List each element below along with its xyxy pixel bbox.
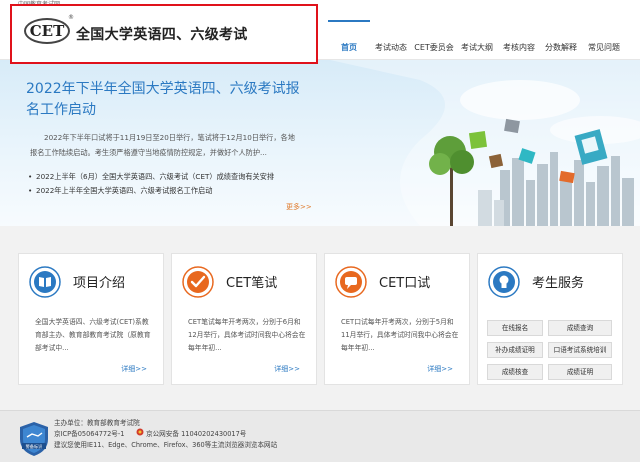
more-news-link[interactable]: 更多>> <box>286 202 312 212</box>
badge-text: 警备标识 <box>26 443 43 450</box>
hero-description: 2022年下半年口试将于11月19日至20日举行，笔试将于12月10日举行，各地… <box>30 133 295 157</box>
reissue-certificate-button[interactable]: 补办成绩证明 <box>487 342 543 358</box>
site-logo[interactable]: CET ® 全国大学英语四、六级考试 <box>10 4 318 64</box>
oral-system-training-button[interactable]: 口语考试系统培训 <box>548 342 612 358</box>
card-cet-written: CET笔试 CET笔试每年开考两次，分别于6月和12月举行，具体考试时间我中心将… <box>171 253 317 385</box>
footer-police-record[interactable]: 京公网安备 11040202430017号 <box>146 428 246 438</box>
score-query-button[interactable]: 成绩查询 <box>548 320 612 336</box>
card-candidate-services: 考生服务 在线报名 成绩查询 补办成绩证明 口语考试系统培训 成绩核查 成绩证明 <box>477 253 623 385</box>
book-icon <box>29 266 61 298</box>
news-item[interactable]: 2022年上半年全国大学英语四、六级考试报名工作启动 <box>28 184 274 198</box>
registered-mark: ® <box>68 14 74 21</box>
shield-badge-icon[interactable]: 警备标识 <box>18 421 50 457</box>
card-title: CET口试 <box>379 276 431 291</box>
footer-host: 主办单位：教育部教育考试院 <box>54 419 140 427</box>
score-certificate-button[interactable]: 成绩证明 <box>548 364 612 380</box>
card-title: 考生服务 <box>532 276 585 291</box>
card-more-link[interactable]: 详细>> <box>121 364 147 374</box>
cet-logo-mark: CET <box>24 18 70 44</box>
site-title: 全国大学英语四、六级考试 <box>76 27 248 43</box>
card-more-link[interactable]: 详细>> <box>427 364 453 374</box>
card-project-intro: 项目介绍 全国大学英语四、六级考试(CET)系教育部主办、教育部教育考试院（原教… <box>18 253 164 385</box>
checkmark-icon <box>182 266 214 298</box>
card-title: 项目介绍 <box>73 276 126 291</box>
hero-banner: 2022年下半年全国大学英语四、六级考试报名工作启动 2022年下半年口试将于1… <box>0 60 640 226</box>
feature-cards: 项目介绍 全国大学英语四、六级考试(CET)系教育部主办、教育部教育考试院（原教… <box>18 253 623 385</box>
news-item[interactable]: 2022上半年（6月）全国大学英语四、六级考试（CET）成绩查询有关安排 <box>28 170 274 184</box>
news-list: 2022上半年（6月）全国大学英语四、六级考试（CET）成绩查询有关安排 202… <box>28 170 274 198</box>
card-description: CET笔试每年开考两次，分别于6月和12月举行，具体考试时间我中心将会在每年年初… <box>188 318 306 352</box>
online-registration-button[interactable]: 在线报名 <box>487 320 543 336</box>
speech-icon <box>335 266 367 298</box>
footer-icp[interactable]: 京ICP备05064772号-1 <box>54 428 124 438</box>
card-description: 全国大学英语四、六级考试(CET)系教育部主办、教育部教育考试院（原教育部考试中… <box>35 318 151 352</box>
score-verification-button[interactable]: 成绩核查 <box>487 364 543 380</box>
hero-title[interactable]: 2022年下半年全国大学英语四、六级考试报名工作启动 <box>26 79 306 121</box>
card-cet-oral: CET口试 CET口试每年开考两次，分别于5月和11月举行，具体考试时间我中心将… <box>324 253 470 385</box>
card-description: CET口试每年开考两次，分别于5月和11月举行，具体考试时间我中心将会在每年年初… <box>341 318 459 352</box>
card-title: CET笔试 <box>226 276 278 291</box>
lightbulb-icon <box>488 266 520 298</box>
police-emblem-icon <box>136 428 144 436</box>
card-more-link[interactable]: 详细>> <box>274 364 300 374</box>
footer: 警备标识 主办单位：教育部教育考试院 京ICP备05064772号-1 京公网安… <box>0 410 640 462</box>
footer-browser-tip: 建议您使用IE11、Edge、Chrome、Firefox、360等主流浏览器浏… <box>54 441 278 449</box>
